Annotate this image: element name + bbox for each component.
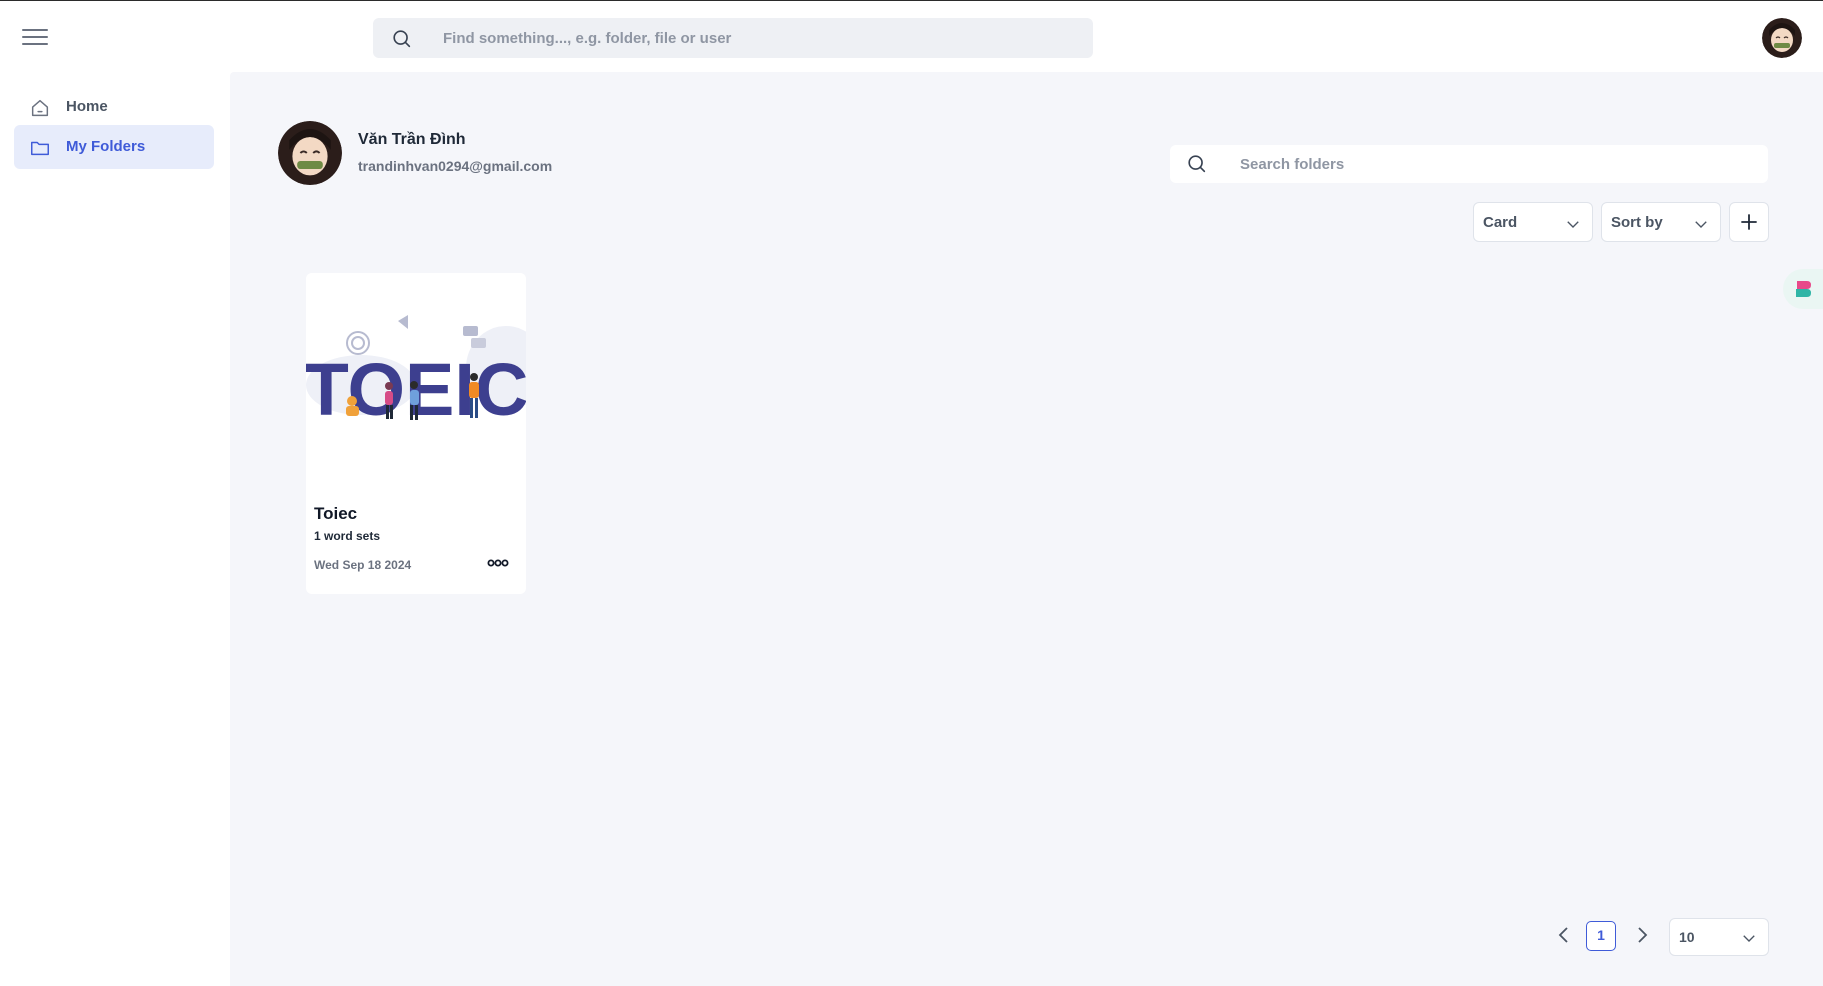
folder-icon: [31, 141, 49, 156]
add-folder-button[interactable]: [1729, 202, 1769, 242]
folder-word-set-count: 1 word sets: [314, 529, 381, 543]
view-mode-select[interactable]: Card: [1473, 202, 1593, 242]
sidebar: Home My Folders: [0, 72, 230, 986]
chevron-right-icon[interactable]: [1630, 923, 1654, 947]
chevron-down-icon: [1567, 221, 1579, 228]
folder-title: Toiec: [314, 504, 358, 523]
global-search-bar[interactable]: [373, 18, 1093, 58]
avatar-image: [1762, 18, 1802, 58]
sidebar-item-label: Home: [66, 98, 108, 115]
page-size-select[interactable]: 10: [1669, 918, 1769, 956]
search-icon: [393, 30, 411, 48]
profile-email: trandinhvan0294@gmail.com: [358, 158, 553, 174]
profile-name: Văn Trần Đình: [358, 131, 466, 148]
more-horizontal-icon[interactable]: [486, 555, 510, 571]
folder-card[interactable]: TOEIC Toiec 1 word sets Wed Sep 18 2024: [306, 273, 526, 594]
page-size-value: 10: [1679, 929, 1695, 945]
folder-search-bar[interactable]: [1170, 145, 1768, 183]
chevron-down-icon: [1695, 221, 1707, 228]
view-mode-value: Card: [1483, 214, 1518, 231]
sidebar-item-home[interactable]: Home: [14, 85, 214, 129]
avatar-image: [278, 121, 342, 185]
home-icon: [31, 99, 49, 117]
chevron-left-icon[interactable]: [1552, 923, 1576, 947]
sidebar-item-my-folders[interactable]: My Folders: [14, 125, 214, 169]
folder-search-input[interactable]: [1240, 145, 1750, 183]
pagination-current-page[interactable]: 1: [1586, 921, 1616, 951]
main-content: Văn Trần Đình trandinhvan0294@gmail.com …: [230, 72, 1823, 986]
sidebar-item-label: My Folders: [66, 138, 146, 155]
floating-app-badge[interactable]: [1783, 269, 1823, 309]
chevron-down-icon: [1743, 935, 1755, 942]
search-icon: [1188, 155, 1206, 173]
user-avatar[interactable]: [1762, 18, 1802, 58]
profile-avatar: [278, 121, 342, 185]
sort-by-value: Sort by: [1611, 214, 1663, 231]
app-logo-icon: [1796, 281, 1811, 297]
folder-date: Wed Sep 18 2024: [314, 558, 412, 572]
folder-thumbnail: TOEIC: [306, 273, 526, 483]
plus-icon: [1741, 214, 1757, 230]
top-bar: [0, 0, 1823, 72]
menu-icon[interactable]: [22, 29, 48, 47]
sort-by-select[interactable]: Sort by: [1601, 202, 1721, 242]
global-search-input[interactable]: [443, 18, 1063, 58]
